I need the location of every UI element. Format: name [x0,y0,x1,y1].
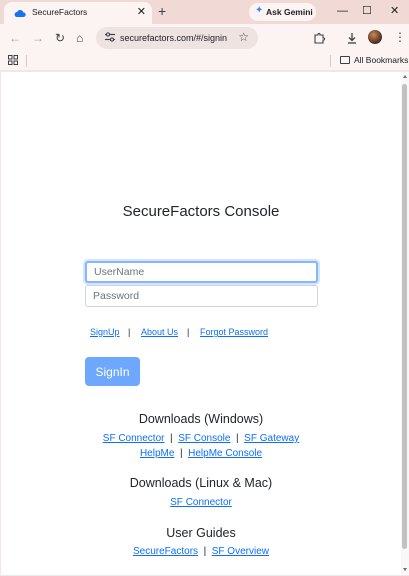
apps-grid-icon[interactable] [8,55,18,65]
signin-button[interactable]: SignIn [85,357,140,386]
home-icon[interactable]: ⌂ [76,31,83,45]
address-bar[interactable]: securefactors.com/#/signin ☆ [96,27,258,49]
username-input[interactable] [85,261,318,283]
user-guides-heading: User Guides [166,526,236,540]
forgot-password-link[interactable]: Forgot Password [200,327,268,337]
new-tab-button[interactable]: + [158,3,166,19]
downloads-linux-mac-links: SF Connector [1,497,401,508]
sf-overview-link[interactable]: SF Overview [212,546,269,557]
user-guides-links: SecureFactors | SF Overview [1,546,401,557]
link-separator: | [128,327,131,337]
about-us-link[interactable]: About Us [141,327,178,337]
link-separator: | [167,433,176,444]
close-window-button[interactable]: ✕ [390,4,399,18]
downloads-windows-links-row2: HelpMe | HelpMe Console [1,448,401,459]
bookmarks-divider [330,55,331,67]
tab-title: SecureFactors [32,7,88,17]
url-text: securefactors.com/#/signin [120,33,228,43]
sf-gateway-link[interactable]: SF Gateway [244,433,299,444]
avatar[interactable] [368,30,382,44]
all-bookmarks-label: All Bookmarks [354,55,409,65]
tab-strip: SecureFactors ✕ + ✦ Ask Gemini — ☐ ✕ [0,0,409,24]
gemini-sparkle-icon: ✦ [255,5,264,16]
browser-toolbar: ← → ↻ ⌂ securefactors.com/#/signin ☆ ⋮ [0,24,409,52]
signup-link[interactable]: SignUp [90,327,120,337]
reload-icon[interactable]: ↻ [55,31,65,45]
link-separator: | [233,433,242,444]
all-bookmarks-button[interactable]: All Bookmarks [340,55,408,65]
sf-connector-windows-link[interactable]: SF Connector [103,433,165,444]
cloud-icon [14,9,26,17]
forward-arrow-icon[interactable]: → [32,31,44,45]
scroll-down-arrow-icon[interactable] [403,568,407,571]
link-separator: | [200,546,209,557]
sf-connector-linux-mac-link[interactable]: SF Connector [170,497,232,508]
password-input[interactable] [85,285,318,307]
page-content: SecureFactors Console SignUp | About Us … [1,72,401,575]
kebab-menu-icon[interactable]: ⋮ [394,30,406,44]
page-title: SecureFactors Console [122,203,280,220]
maximize-button[interactable]: ☐ [362,4,372,18]
downloads-windows-heading: Downloads (Windows) [138,412,264,426]
folder-icon [340,56,350,64]
helpme-console-link[interactable]: HelpMe Console [188,448,262,459]
ask-gemini-button[interactable]: ✦ Ask Gemini [249,3,316,21]
back-arrow-icon[interactable]: ← [9,31,21,45]
sf-console-link[interactable]: SF Console [178,433,230,444]
minimize-button[interactable]: — [337,4,348,18]
star-icon[interactable]: ☆ [238,30,249,44]
tab-securefactors[interactable]: SecureFactors ✕ [4,2,152,24]
close-tab-icon[interactable]: ✕ [137,5,146,19]
ask-gemini-label: Ask Gemini [266,7,313,17]
tune-icon[interactable] [104,31,116,43]
link-separator: | [177,448,186,459]
helpme-link[interactable]: HelpMe [140,448,174,459]
bookmarks-bar: All Bookmarks [0,52,409,70]
scroll-up-arrow-icon[interactable] [403,75,407,78]
securefactors-guide-link[interactable]: SecureFactors [133,546,198,557]
link-separator: | [187,327,190,337]
scrollbar-thumb[interactable] [402,84,407,549]
puzzle-icon[interactable] [313,32,325,44]
downloads-linux-mac-heading: Downloads (Linux & Mac) [129,476,273,490]
downloads-windows-links-row1: SF Connector | SF Console | SF Gateway [1,433,401,444]
download-icon[interactable] [346,32,358,44]
bookmarks-divider [26,55,27,67]
